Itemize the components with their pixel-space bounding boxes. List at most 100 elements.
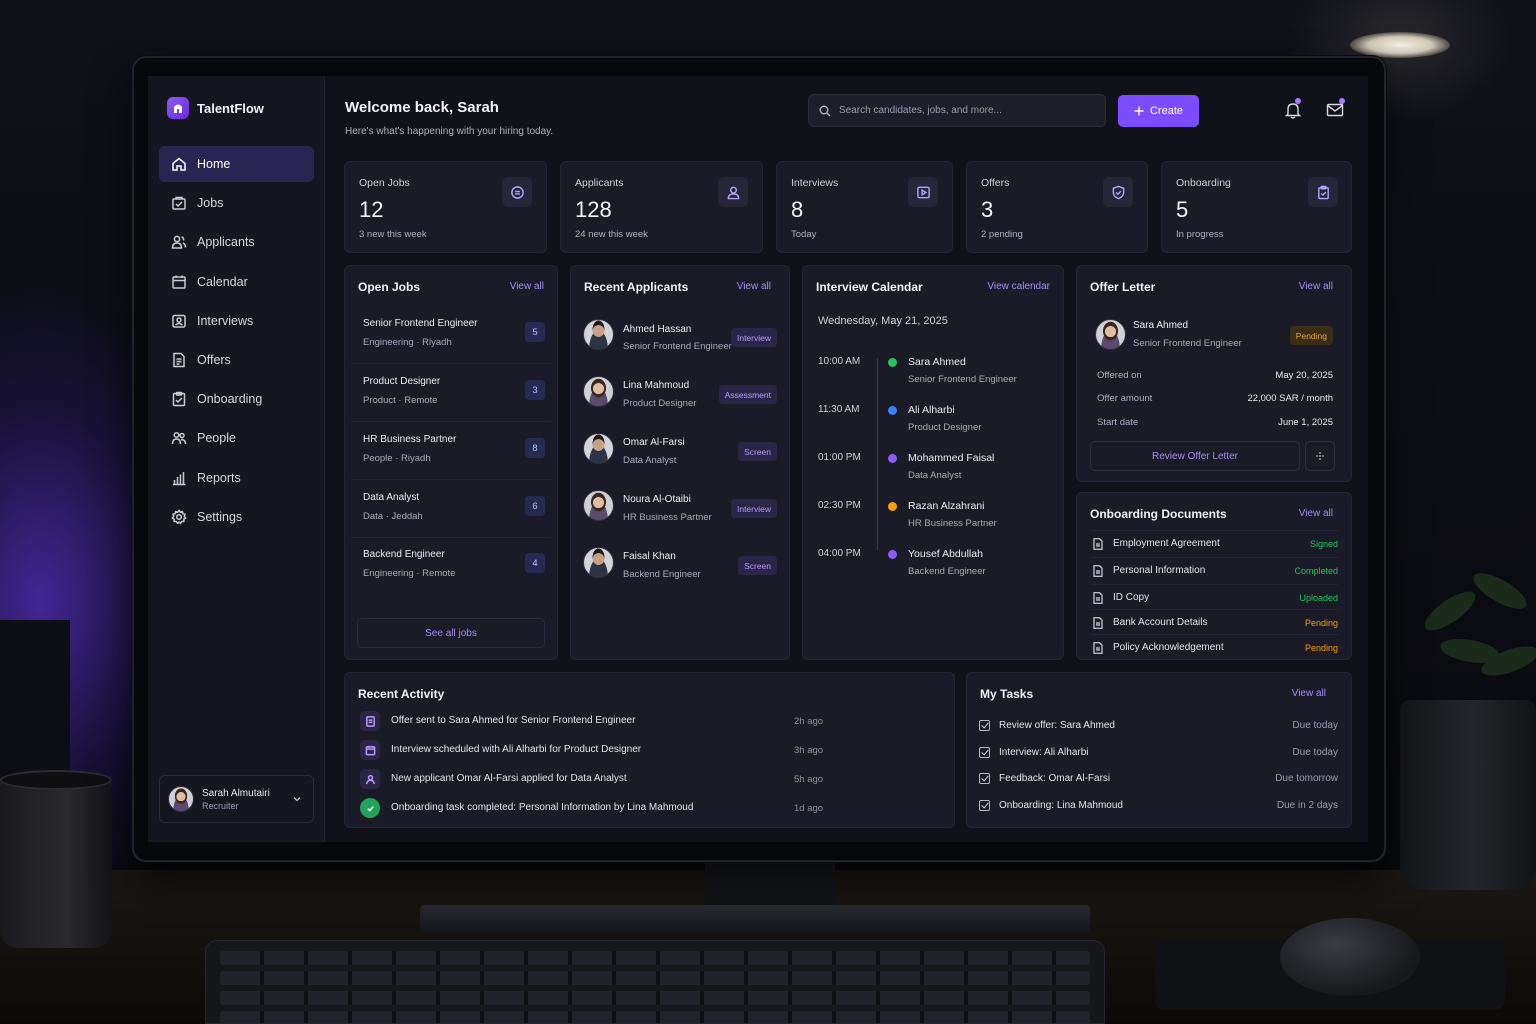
see-all-jobs-button[interactable]: See all jobs	[357, 618, 545, 648]
calendar-event[interactable]: 10:00 AM Sara Ahmed Senior Frontend Engi…	[818, 352, 1048, 400]
calendar-event[interactable]: 11:30 AM Ali Alharbi Product Designer	[818, 400, 1048, 448]
brand[interactable]: TalentFlow	[167, 97, 264, 119]
plus-icon	[1134, 106, 1144, 116]
sidebar-item-offers[interactable]: Offers	[159, 342, 314, 378]
event-time: 04:00 PM	[818, 548, 861, 559]
applicant-row[interactable]: Ahmed Hassan Senior Frontend Engineer In…	[583, 319, 777, 359]
applicant-row[interactable]: Faisal Khan Backend Engineer Screen	[583, 547, 777, 587]
sidebar-item-reports[interactable]: Reports	[159, 460, 314, 496]
event-time: 10:00 AM	[818, 356, 861, 367]
user-profile-menu[interactable]: Sarah Almutairi Recruiter	[159, 775, 314, 823]
document-row[interactable]: ID Copy Uploaded	[1090, 584, 1338, 610]
avatar	[168, 786, 194, 812]
sidebar-nav: Home Jobs Applicants Calendar Interviews…	[159, 146, 314, 538]
panel-title: Onboarding Documents	[1090, 507, 1227, 521]
stat-label: Offers	[981, 177, 1010, 189]
offer-detail-label: Offered on	[1097, 370, 1142, 381]
search-input[interactable]	[839, 105, 1089, 116]
more-options-button[interactable]	[1305, 441, 1335, 471]
notification-dot	[1339, 98, 1345, 104]
avatar	[583, 547, 614, 578]
stat-card-onboarding[interactable]: Onboarding 5 In progress	[1161, 161, 1352, 253]
monitor-stand-base	[420, 905, 1090, 933]
activity-time: 2h ago	[794, 716, 824, 727]
document-row[interactable]: Bank Account Details Pending	[1090, 609, 1338, 635]
plant-pot	[1400, 700, 1536, 890]
job-meta: Engineering · Riyadh	[363, 337, 452, 348]
task-row[interactable]: Interview: Ali Alharbi Due today	[979, 742, 1338, 764]
stat-card-applicants[interactable]: Applicants 128 24 new this week	[560, 161, 763, 253]
stage-badge: Assessment	[718, 385, 777, 404]
event-name: Yousef Abdullah	[908, 548, 983, 560]
document-row[interactable]: Employment Agreement Signed	[1090, 530, 1338, 556]
sidebar-item-home[interactable]: Home	[159, 146, 314, 182]
task-row[interactable]: Feedback: Omar Al-Farsi Due tomorrow	[979, 768, 1338, 790]
job-row[interactable]: HR Business Partner People · Riyadh 8	[351, 424, 551, 480]
activity-row[interactable]: New applicant Omar Al-Farsi applied for …	[360, 768, 830, 790]
view-all-link[interactable]: View all	[1292, 688, 1326, 699]
search-icon	[819, 105, 831, 116]
document-row[interactable]: Personal Information Completed	[1090, 557, 1338, 583]
document-icon	[1093, 592, 1103, 604]
avatar	[583, 319, 614, 350]
activity-row[interactable]: Offer sent to Sara Ahmed for Senior Fron…	[360, 710, 830, 732]
task-checkbox[interactable]	[979, 747, 990, 758]
coffee-mug-rim	[0, 770, 112, 790]
create-button[interactable]: Create	[1118, 95, 1199, 127]
view-calendar-link[interactable]: View calendar	[987, 281, 1050, 292]
sidebar-item-applicants[interactable]: Applicants	[159, 224, 314, 260]
bar-chart-icon	[173, 471, 186, 485]
applicant-row[interactable]: Noura Al-Otaibi HR Business Partner Inte…	[583, 490, 777, 530]
document-name: ID Copy	[1113, 592, 1150, 603]
review-offer-letter-button[interactable]: Review Offer Letter	[1090, 441, 1300, 471]
view-all-link[interactable]: View all	[510, 281, 544, 292]
task-row[interactable]: Onboarding: Lina Mahmoud Due in 2 days	[979, 795, 1338, 817]
calendar-event[interactable]: 02:30 PM Razan Alzahrani HR Business Par…	[818, 496, 1048, 544]
event-dot	[888, 502, 897, 511]
sidebar-item-onboarding[interactable]: Onboarding	[159, 381, 314, 417]
activity-row[interactable]: Onboarding task completed: Personal Info…	[360, 797, 830, 819]
job-row[interactable]: Senior Frontend Engineer Engineering · R…	[351, 308, 551, 364]
applicant-row[interactable]: Omar Al-Farsi Data Analyst Screen	[583, 433, 777, 473]
stat-sub: In progress	[1176, 229, 1224, 240]
stat-card-open-jobs[interactable]: Open Jobs 12 3 new this week	[344, 161, 547, 253]
task-row[interactable]: Review offer: Sara Ahmed Due today	[979, 715, 1338, 737]
coffee-mug	[0, 778, 112, 948]
calendar-event[interactable]: 04:00 PM Yousef Abdullah Backend Enginee…	[818, 544, 1048, 592]
applicant-row[interactable]: Lina Mahmoud Product Designer Assessment	[583, 376, 777, 416]
job-row[interactable]: Product Designer Product · Remote 3	[351, 366, 551, 422]
sidebar-item-interviews[interactable]: Interviews	[159, 303, 314, 339]
sidebar-item-calendar[interactable]: Calendar	[159, 264, 314, 300]
view-all-link[interactable]: View all	[1299, 508, 1333, 519]
sidebar-item-people[interactable]: People	[159, 420, 314, 456]
job-title: Data Analyst	[363, 492, 420, 503]
calendar-date: Wednesday, May 21, 2025	[818, 315, 948, 327]
applicant-name: Lina Mahmoud	[623, 380, 690, 391]
briefcase-icon	[172, 196, 186, 210]
task-checkbox[interactable]	[979, 800, 990, 811]
job-row[interactable]: Backend Engineer Engineering · Remote 4	[351, 539, 551, 595]
task-checkbox[interactable]	[979, 720, 990, 731]
job-applicant-count: 3	[525, 380, 545, 400]
activity-row[interactable]: Interview scheduled with Ali Alharbi for…	[360, 739, 830, 761]
document-row[interactable]: Policy Acknowledgement Pending	[1090, 634, 1338, 660]
stat-card-interviews[interactable]: Interviews 8 Today	[776, 161, 953, 253]
job-row[interactable]: Data Analyst Data · Jeddah 6	[351, 482, 551, 538]
view-all-link[interactable]: View all	[737, 281, 771, 292]
calendar-event[interactable]: 01:00 PM Mohammed Faisal Data Analyst	[818, 448, 1048, 496]
job-meta: People · Riyadh	[363, 453, 431, 464]
notification-dot	[1295, 98, 1301, 104]
task-checkbox[interactable]	[979, 773, 990, 784]
view-all-link[interactable]: View all	[1299, 281, 1333, 292]
event-name: Razan Alzahrani	[908, 500, 985, 512]
sidebar-item-label: Jobs	[197, 196, 224, 211]
task-text: Interview: Ali Alharbi	[999, 747, 1089, 758]
sidebar-item-settings[interactable]: Settings	[159, 499, 314, 535]
search-bar[interactable]	[808, 94, 1106, 127]
applicant-role: Senior Frontend Engineer	[623, 341, 732, 352]
event-role: Product Designer	[908, 422, 982, 433]
document-status: Uploaded	[1299, 593, 1338, 603]
sidebar-item-jobs[interactable]: Jobs	[159, 185, 314, 221]
stat-card-offers[interactable]: Offers 3 2 pending	[966, 161, 1148, 253]
check-circle-icon	[360, 798, 380, 818]
